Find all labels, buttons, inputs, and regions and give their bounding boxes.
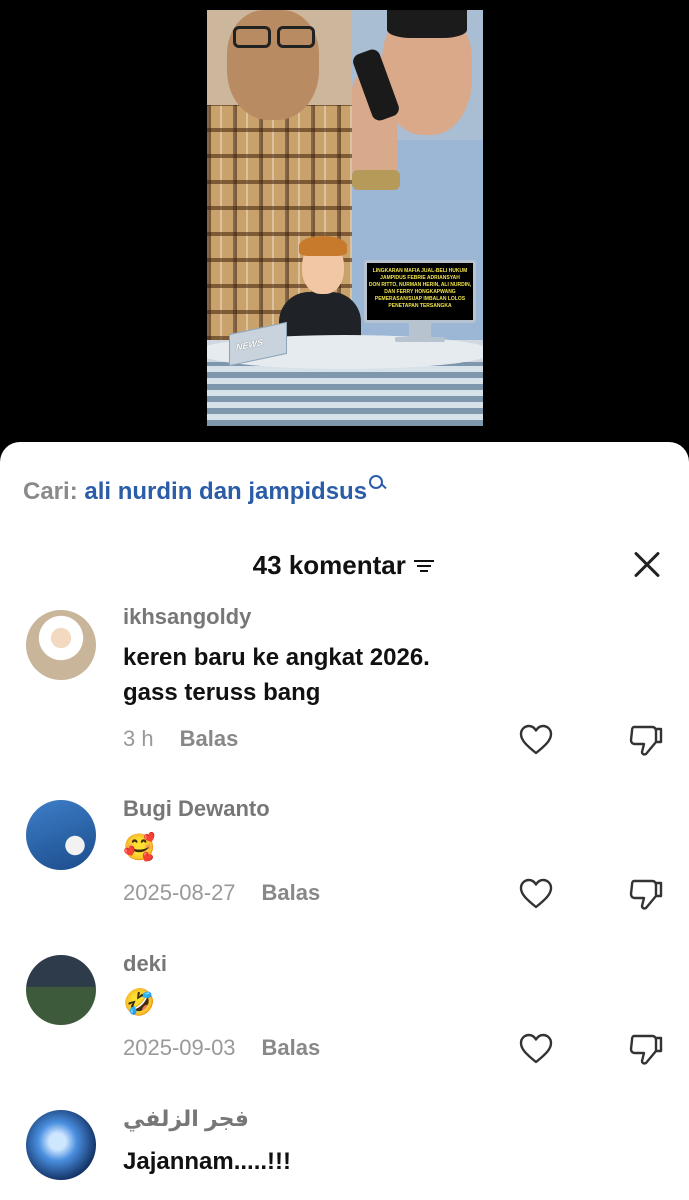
caption-line: JAMPIDUS FEBRIE ADRIANSYAH — [380, 275, 460, 281]
heart-icon[interactable] — [519, 724, 553, 756]
close-icon[interactable] — [632, 550, 662, 580]
search-suggestion[interactable]: Cari: ali nurdin dan jampidsus — [23, 475, 387, 506]
comment-emoji: 🥰 — [123, 832, 156, 862]
monitor: LINGKARAN MAFIA JUAL-BELI HUKUM JAMPIDUS… — [364, 260, 476, 323]
comment-line: keren baru ke angkat 2026. — [123, 644, 430, 671]
comment-meta: 2025-09-03 Balas — [123, 1035, 320, 1061]
caption-line: DON RITTO, NURMAN HERIN, ALI NURDIN, — [368, 282, 472, 288]
reply-button[interactable]: Balas — [180, 726, 239, 751]
glasses — [227, 26, 317, 50]
search-query-link[interactable]: ali nurdin dan jampidsus — [84, 478, 367, 505]
comment-emoji: 🤣 — [123, 987, 156, 1017]
dislike-icon[interactable] — [628, 1032, 664, 1066]
search-icon[interactable] — [369, 475, 387, 493]
comment-username[interactable]: deki — [123, 951, 167, 977]
watch — [352, 170, 400, 190]
reply-button[interactable]: Balas — [262, 1035, 321, 1060]
sort-icon[interactable] — [414, 558, 436, 574]
comment-meta: 2025-08-27 Balas — [123, 880, 320, 906]
comment-username[interactable]: ikhsangoldy — [123, 604, 251, 630]
comments-sheet: Cari: ali nurdin dan jampidsus 43 koment… — [0, 442, 689, 1200]
search-prefix: Cari: — [23, 478, 78, 505]
comment-line: gass teruss bang — [123, 679, 321, 706]
comment-time: 3 h — [123, 726, 154, 751]
caption-line: PENETAPAN TERSANGKA — [388, 303, 452, 309]
dislike-icon[interactable] — [628, 877, 664, 911]
reply-button[interactable]: Balas — [262, 880, 321, 905]
heart-icon[interactable] — [519, 878, 553, 910]
comment-count: 43 komentar — [252, 550, 406, 580]
avatar[interactable] — [26, 955, 96, 1025]
comment-meta: 3 h Balas — [123, 726, 238, 752]
video-thumbnail: NEWS LINGKARAN MAFIA JUAL-BELI HUKUM JAM… — [207, 10, 483, 426]
desk-stripes — [207, 362, 483, 426]
avatar[interactable] — [26, 800, 96, 870]
monitor-caption: LINGKARAN MAFIA JUAL-BELI HUKUM JAMPIDUS… — [367, 263, 473, 320]
comment-username[interactable]: Bugi Dewanto — [123, 796, 270, 822]
caption-line: LINGKARAN MAFIA JUAL-BELI HUKUM — [372, 268, 468, 274]
monitor-base — [395, 337, 445, 342]
comment-text: Jajannam.....!!! — [123, 1144, 291, 1179]
heart-icon[interactable] — [519, 1033, 553, 1065]
comment-text: keren baru ke angkat 2026. gass teruss b… — [123, 640, 430, 710]
comment-time: 2025-09-03 — [123, 1035, 236, 1060]
avatar[interactable] — [26, 610, 96, 680]
comments-header: 43 komentar — [0, 550, 689, 581]
anchor-hair — [299, 236, 347, 256]
avatar[interactable] — [26, 1110, 96, 1180]
comment-line: Jajannam.....!!! — [123, 1148, 292, 1175]
dislike-icon[interactable] — [628, 723, 664, 757]
video-player[interactable]: NEWS LINGKARAN MAFIA JUAL-BELI HUKUM JAM… — [0, 0, 689, 460]
comment-time: 2025-08-27 — [123, 880, 236, 905]
right-hair — [387, 10, 467, 38]
comment-username[interactable]: فجر الزلفي — [123, 1106, 249, 1132]
caption-line: PEMERASAN/SUAP IMBALAN LOLOS — [374, 296, 466, 302]
caption-line: DAN FERRY HONGKAPWANG — [384, 289, 456, 295]
news-badge: NEWS — [236, 336, 263, 353]
